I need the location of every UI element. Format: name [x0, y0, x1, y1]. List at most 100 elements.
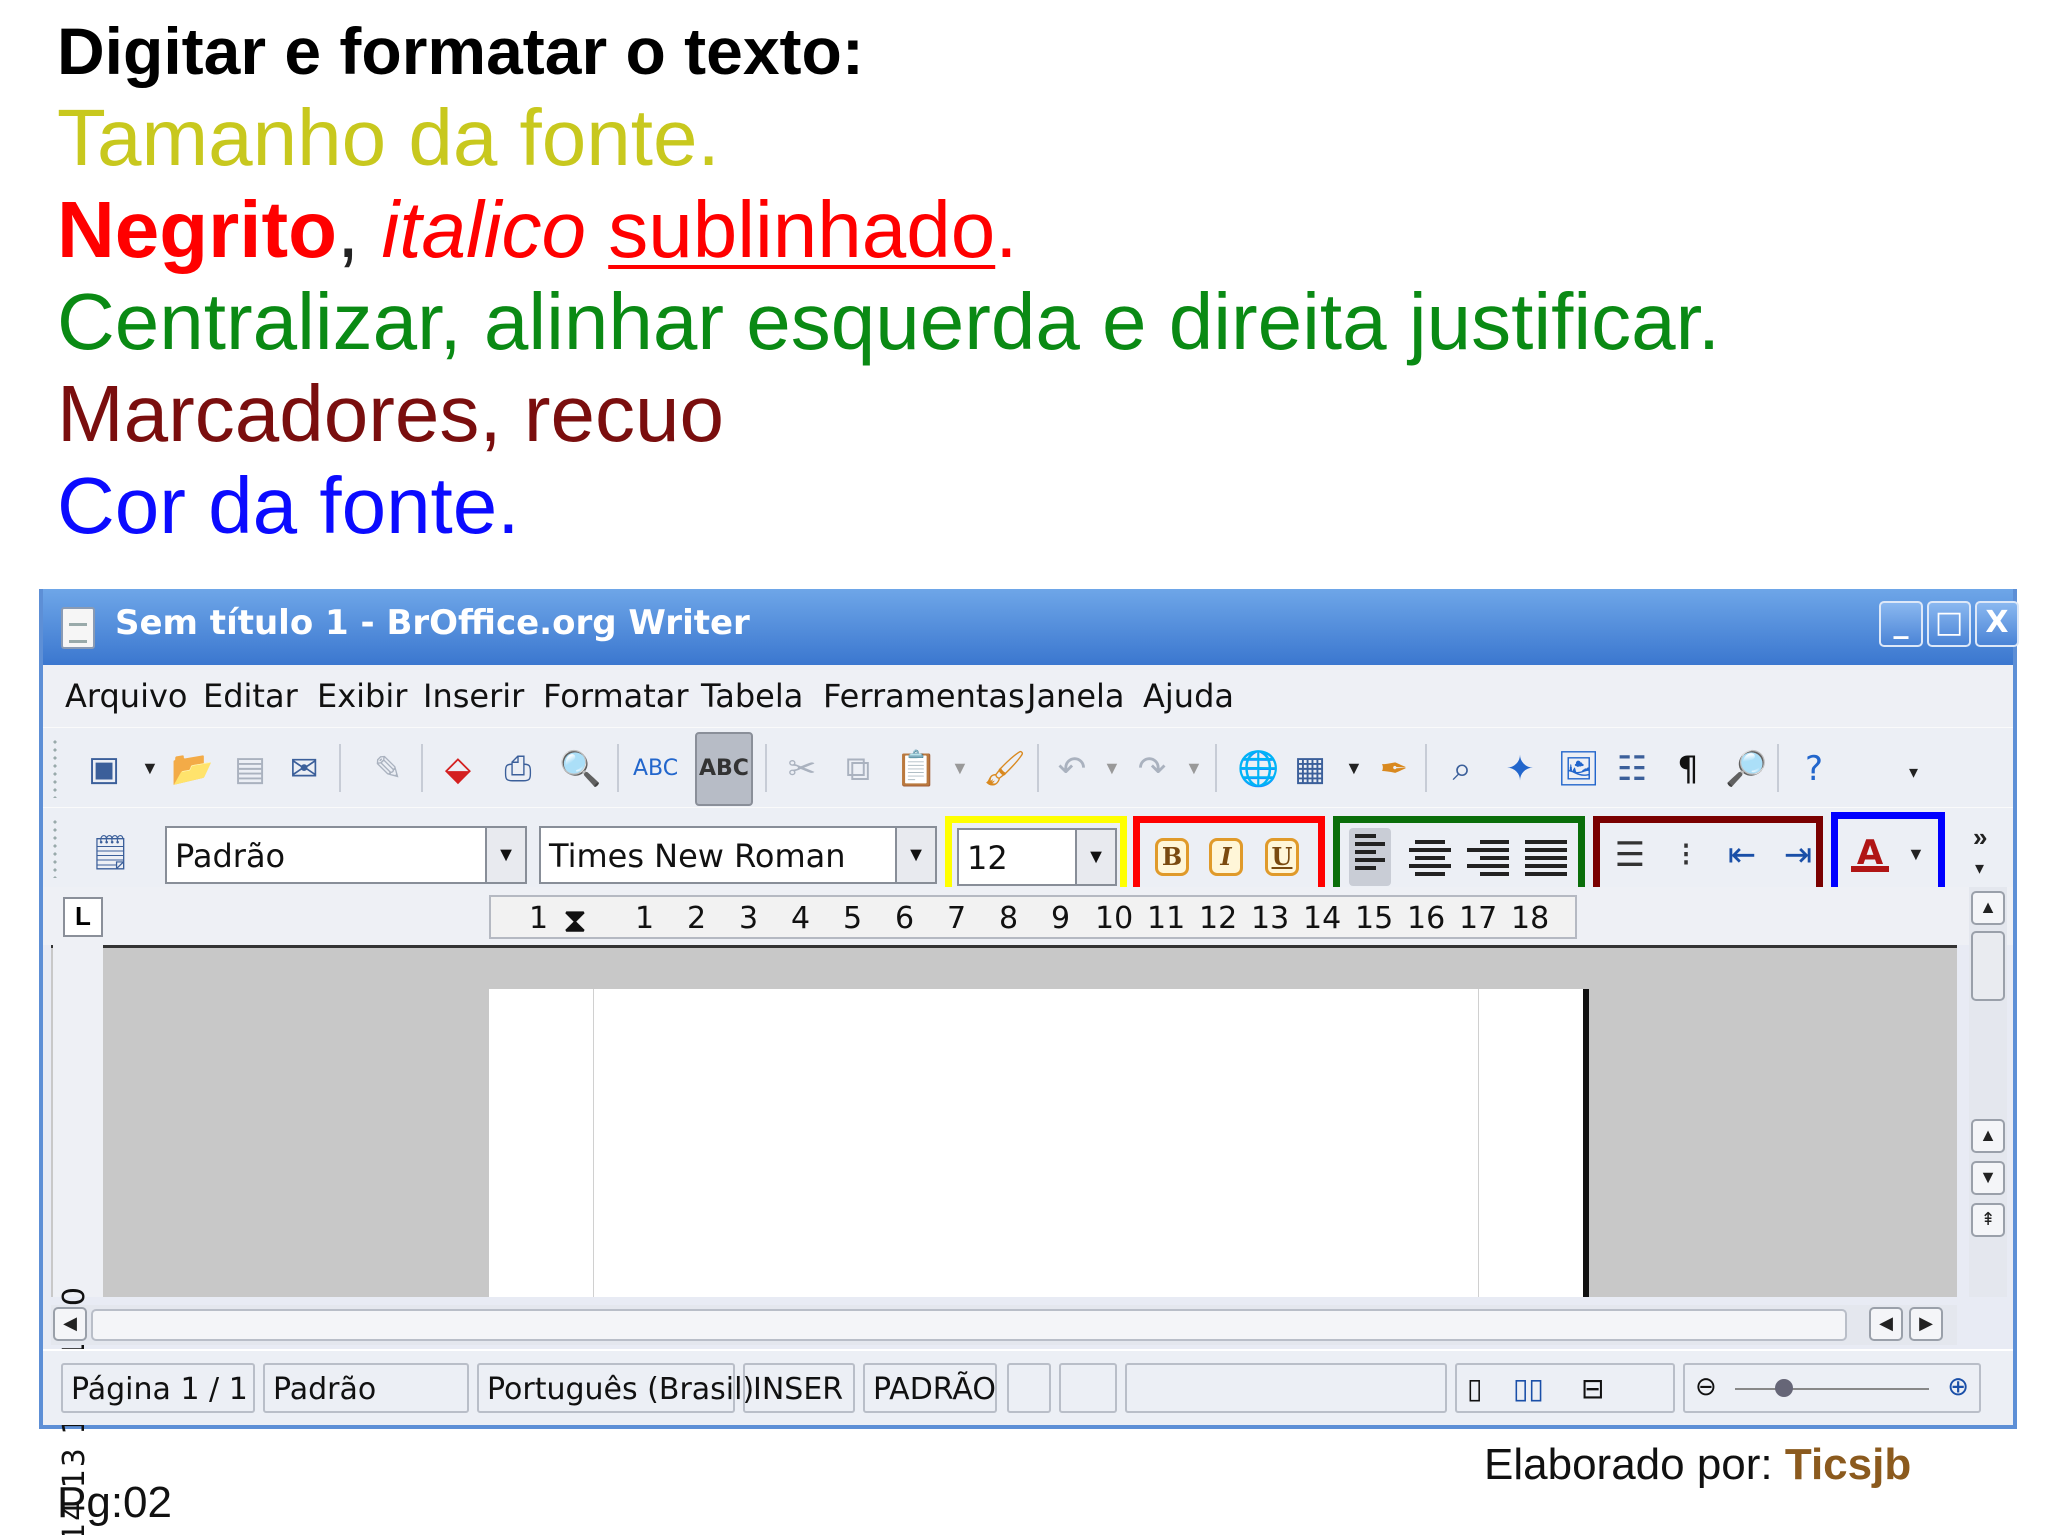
table-dropdown-icon[interactable]: ▼: [1345, 758, 1363, 779]
status-page[interactable]: Página 1 / 1: [61, 1363, 255, 1413]
chevron-down-icon[interactable]: ▼: [1075, 830, 1115, 884]
increase-indent-icon[interactable]: ⇥: [1779, 836, 1817, 874]
font-size-combo[interactable]: 12 ▼: [957, 828, 1117, 886]
formatting-marks-icon[interactable]: ¶: [1669, 750, 1707, 788]
redo-icon[interactable]: ↷: [1133, 750, 1171, 788]
menu-ajuda[interactable]: Ajuda: [1143, 677, 1234, 715]
show-draw-functions-icon[interactable]: ✒: [1375, 750, 1413, 788]
scroll-up-icon[interactable]: ▲: [1971, 1119, 2005, 1153]
bold-button[interactable]: B: [1155, 838, 1189, 876]
zoom-icon[interactable]: 🔎: [1725, 750, 1767, 788]
clone-format-icon[interactable]: 🖌: [983, 750, 1026, 788]
status-signature[interactable]: [1059, 1363, 1117, 1413]
data-sources-icon[interactable]: ☷: [1613, 750, 1651, 788]
scroll-right-icon[interactable]: ▶: [1909, 1307, 1943, 1341]
scroll-thumb[interactable]: [1971, 931, 2005, 1001]
font-name-combo[interactable]: Times New Roman ▼: [539, 826, 937, 884]
maximize-button[interactable]: □: [1927, 601, 1971, 647]
menu-formatar[interactable]: Formatar: [543, 677, 689, 715]
two-page-view-icon[interactable]: ▯▯: [1513, 1372, 1544, 1405]
horizontal-scroll-thumb[interactable]: [91, 1309, 1847, 1341]
redo-dropdown-icon[interactable]: ▼: [1185, 758, 1203, 779]
insert-table-icon[interactable]: ▦: [1291, 750, 1329, 788]
vertical-ruler[interactable]: 14 13 12 11 10: [53, 945, 103, 1535]
menu-tabela[interactable]: Tabela: [701, 677, 803, 715]
new-dropdown-icon[interactable]: ▼: [141, 758, 159, 779]
edit-file-icon[interactable]: ✎: [369, 750, 407, 788]
hyperlink-icon[interactable]: 🌐: [1237, 750, 1279, 788]
find-replace-icon[interactable]: ⌕: [1443, 750, 1481, 788]
status-selection-mode[interactable]: PADRÃO: [863, 1363, 997, 1413]
new-document-icon[interactable]: ▣: [85, 750, 123, 788]
close-button[interactable]: X: [1975, 601, 2019, 647]
align-left-icon[interactable]: [1349, 828, 1391, 886]
menu-janela[interactable]: Janela: [1027, 677, 1125, 715]
menu-ferramentas[interactable]: Ferramentas: [823, 677, 1025, 715]
paste-icon[interactable]: 📋: [895, 750, 937, 788]
align-center-icon[interactable]: [1409, 836, 1451, 878]
help-icon[interactable]: ?: [1795, 750, 1833, 788]
menu-exibir[interactable]: Exibir: [317, 677, 407, 715]
send-mail-icon[interactable]: ✉: [285, 750, 323, 788]
zoom-thumb[interactable]: [1775, 1379, 1793, 1397]
menu-inserir[interactable]: Inserir: [423, 677, 524, 715]
credit-name: Ticsjb: [1784, 1440, 1912, 1489]
menu-editar[interactable]: Editar: [203, 677, 298, 715]
scroll-down-icon[interactable]: ▼: [1971, 1161, 2005, 1195]
font-color-icon[interactable]: A: [1851, 834, 1889, 872]
open-folder-icon[interactable]: 📂: [171, 750, 213, 788]
toolbar-options-icon[interactable]: ▾: [1975, 858, 1984, 879]
spellcheck-icon[interactable]: ABC: [633, 750, 678, 788]
font-color-dropdown-icon[interactable]: ▼: [1907, 844, 1925, 865]
vertical-scrollbar[interactable]: ▲ ▲ ▼ ⇞ ◉: [1969, 887, 2007, 1297]
justify-icon[interactable]: [1525, 836, 1567, 878]
previous-page-icon[interactable]: ⇞: [1971, 1203, 2005, 1237]
gallery-icon[interactable]: 🖼: [1557, 750, 1600, 788]
paste-dropdown-icon[interactable]: ▼: [951, 758, 969, 779]
align-right-icon[interactable]: [1467, 836, 1509, 878]
paragraph-style-combo[interactable]: Padrão ▼: [165, 826, 527, 884]
scroll-up-icon[interactable]: ▲: [1971, 891, 2005, 925]
chevron-down-icon[interactable]: ▼: [485, 828, 525, 882]
tab-stop-selector[interactable]: L: [63, 897, 103, 937]
undo-dropdown-icon[interactable]: ▼: [1103, 758, 1121, 779]
horizontal-ruler[interactable]: 1 ⧗ 1 2 3 4 5 6 7 8 9 10 11 12 13 14 15 …: [489, 895, 1577, 941]
decrease-indent-icon[interactable]: ⇤: [1723, 836, 1761, 874]
styles-formatting-icon[interactable]: 🗒: [89, 834, 132, 872]
zoom-in-icon[interactable]: ⊕: [1947, 1372, 1969, 1402]
scroll-left-icon[interactable]: ◀: [1869, 1307, 1903, 1341]
italic-button[interactable]: I: [1209, 838, 1243, 876]
status-insert-mode[interactable]: INSER: [743, 1363, 855, 1413]
auto-spellcheck-icon[interactable]: ABC: [695, 732, 753, 806]
page-preview-icon[interactable]: 🔍: [559, 750, 601, 788]
print-icon[interactable]: ⎙: [499, 750, 537, 788]
export-pdf-icon[interactable]: ⬙: [439, 750, 477, 788]
scroll-left-icon[interactable]: ◀: [53, 1307, 87, 1341]
zoom-out-icon[interactable]: ⊖: [1695, 1372, 1717, 1402]
status-modified[interactable]: [1007, 1363, 1051, 1413]
single-page-view-icon[interactable]: ▯: [1467, 1372, 1482, 1405]
more-tools-icon[interactable]: »: [1973, 822, 1987, 853]
document-page[interactable]: [489, 989, 1589, 1297]
status-style[interactable]: Padrão: [263, 1363, 469, 1413]
underline-button[interactable]: U: [1265, 838, 1299, 876]
toolbar-grip[interactable]: [51, 818, 59, 878]
status-language[interactable]: Português (Brasil): [477, 1363, 754, 1413]
hourglass-indent-icon[interactable]: ⧗: [563, 901, 587, 941]
toolbar-options-icon[interactable]: ▾: [1909, 762, 1918, 783]
title-bar[interactable]: Sem título 1 - BrOffice.org Writer _ □ X: [43, 589, 2019, 665]
zoom-slider[interactable]: ⊖ ⊕: [1683, 1363, 1981, 1413]
menu-arquivo[interactable]: Arquivo: [65, 677, 187, 715]
copy-icon[interactable]: ⧉: [839, 750, 877, 788]
horizontal-scrollbar[interactable]: ◀ ◀ ▶: [51, 1305, 1957, 1345]
book-view-icon[interactable]: ⊟: [1581, 1372, 1604, 1405]
toolbar-grip[interactable]: [51, 738, 59, 798]
chevron-down-icon[interactable]: ▼: [895, 828, 935, 882]
bullets-icon[interactable]: ⁝: [1667, 836, 1705, 874]
cut-icon[interactable]: ✂: [783, 750, 821, 788]
save-icon[interactable]: ▤: [231, 750, 269, 788]
minimize-button[interactable]: _: [1879, 601, 1923, 647]
numbering-icon[interactable]: ☰: [1611, 836, 1649, 874]
undo-icon[interactable]: ↶: [1053, 750, 1091, 788]
navigator-icon[interactable]: ✦: [1501, 750, 1539, 788]
